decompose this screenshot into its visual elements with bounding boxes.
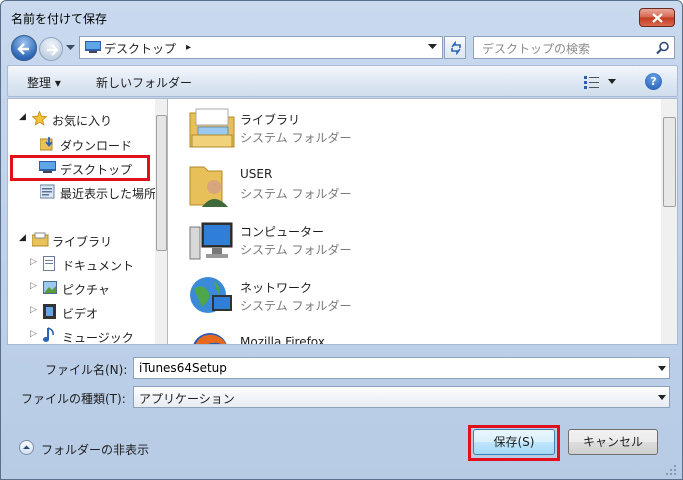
file-name: コンピューター: [240, 225, 325, 239]
document-icon: [43, 256, 55, 271]
nav-videos-label: ビデオ: [62, 307, 99, 321]
arrow-right-icon: [47, 44, 59, 56]
nav-documents-label: ドキュメント: [62, 259, 135, 273]
search-box[interactable]: デスクトップの検索: [473, 36, 675, 59]
nav-pictures-label: ピクチャ: [62, 283, 110, 297]
file-type: システム フォルダー: [240, 299, 352, 313]
address-dropdown-icon[interactable]: [428, 44, 437, 50]
filetype-value: アプリケーション: [139, 392, 235, 406]
save-as-dialog: 名前を付けて保存 デスクトップ ▸ デスクトップの検索 整理 ▾ 新しいフォルダ…: [0, 0, 683, 480]
hide-folders-label: フォルダーの非表示: [41, 443, 150, 457]
search-placeholder: デスクトップの検索: [482, 42, 591, 56]
address-bar[interactable]: デスクトップ ▸: [79, 36, 443, 59]
expand-arrow-icon[interactable]: ▷: [30, 257, 37, 267]
file-name: USER: [240, 167, 273, 181]
file-item-libraries[interactable]: ライブラリ システム フォルダー: [188, 103, 648, 153]
firefox-icon: [193, 333, 227, 344]
picture-icon: [43, 281, 57, 294]
expand-arrow-icon[interactable]: ▷: [30, 305, 37, 315]
file-item-firefox[interactable]: Mozilla Firefox: [188, 327, 648, 345]
file-type: システム フォルダー: [240, 187, 352, 201]
nav-downloads-label: ダウンロード: [60, 139, 133, 153]
help-button[interactable]: ?: [645, 73, 662, 90]
file-type: システム フォルダー: [240, 243, 352, 257]
close-icon: [652, 13, 663, 23]
download-folder-icon: [40, 137, 53, 151]
address-chevron-icon[interactable]: ▸: [186, 42, 191, 53]
video-icon: [43, 304, 56, 319]
music-icon: [43, 327, 54, 342]
filetype-dropdown-icon[interactable]: [658, 395, 666, 400]
file-item-user[interactable]: USER システム フォルダー: [188, 159, 648, 209]
filename-dropdown-icon[interactable]: [658, 366, 666, 371]
refresh-icon: [451, 41, 461, 55]
organize-menu[interactable]: 整理 ▾: [27, 74, 61, 91]
filename-label: ファイル名(N):: [45, 363, 128, 377]
desktop-highlight-outline: [10, 155, 150, 181]
title-bar: 名前を付けて保存: [1, 1, 682, 33]
nav-music-label: ミュージック: [62, 331, 134, 345]
collapse-arrow-icon[interactable]: ◢: [19, 112, 26, 122]
file-item-network[interactable]: ネットワーク システム フォルダー: [188, 271, 648, 321]
refresh-button[interactable]: [444, 36, 466, 59]
file-list-scrollbar[interactable]: [661, 99, 677, 344]
library-folder-icon: [189, 108, 235, 148]
arrow-left-icon: [17, 43, 29, 55]
nav-scrollbar-thumb[interactable]: [156, 115, 167, 251]
expand-arrow-icon[interactable]: ▷: [30, 329, 37, 339]
window-title: 名前を付けて保存: [11, 12, 108, 26]
back-button[interactable]: [11, 35, 37, 61]
recent-places-icon: [40, 184, 55, 199]
star-icon: [32, 111, 47, 126]
file-name: ライブラリ: [240, 113, 301, 127]
library-icon: [32, 232, 49, 247]
file-list: ライブラリ システム フォルダー USER システム フォルダー コンピューター…: [167, 98, 678, 345]
search-icon[interactable]: [656, 41, 670, 55]
view-options-icon[interactable]: [584, 75, 600, 89]
resize-grip-icon[interactable]: [665, 464, 677, 476]
filetype-label: ファイルの種類(T):: [21, 392, 126, 406]
file-name: ネットワーク: [240, 281, 313, 295]
collapse-up-icon[interactable]: [19, 440, 34, 455]
command-toolbar: 整理 ▾ 新しいフォルダー ?: [7, 65, 678, 97]
collapse-arrow-icon[interactable]: ◢: [19, 233, 26, 243]
file-list-scrollbar-thumb[interactable]: [663, 117, 676, 207]
filetype-select[interactable]: アプリケーション: [133, 386, 670, 408]
forward-button[interactable]: [39, 37, 63, 61]
file-name: Mozilla Firefox: [240, 335, 325, 345]
navigation-pane: ◢ お気に入り ダウンロード デスクトップ 最近表示した場所 ◢ ライブラリ ▷…: [7, 98, 167, 345]
filename-input[interactable]: [133, 357, 670, 379]
computer-icon: [189, 222, 233, 260]
nav-scrollbar[interactable]: [155, 99, 167, 344]
save-button[interactable]: 保存(S): [473, 429, 555, 455]
expand-arrow-icon[interactable]: ▷: [30, 281, 37, 291]
file-type: システム フォルダー: [240, 131, 352, 145]
new-folder-button[interactable]: 新しいフォルダー: [96, 74, 192, 91]
network-icon: [190, 277, 232, 313]
user-folder-icon: [189, 166, 228, 207]
nav-libraries-label: ライブラリ: [52, 235, 113, 249]
nav-recent-label: 最近表示した場所: [60, 187, 157, 201]
view-dropdown-icon[interactable]: [608, 79, 616, 84]
file-item-computer[interactable]: コンピューター システム フォルダー: [188, 215, 648, 265]
recent-pages-dropdown-icon[interactable]: [66, 45, 75, 51]
desktop-icon: [85, 41, 101, 53]
address-location[interactable]: デスクトップ: [104, 40, 176, 57]
nav-favorites-label: お気に入り: [52, 114, 113, 128]
cancel-button[interactable]: キャンセル: [568, 429, 658, 455]
close-button[interactable]: [639, 8, 675, 27]
